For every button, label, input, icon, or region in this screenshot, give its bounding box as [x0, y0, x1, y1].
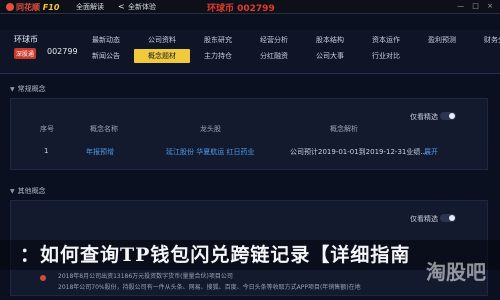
nav-tabs: 最新动态 公司资料 股东研究 经营分析 股本结构 资本运作 盈利预测 财务分析 … [78, 33, 500, 63]
toggle-label: 仅看精选 [410, 113, 438, 121]
tab-main-holdings[interactable]: 主力持仓 [190, 49, 246, 63]
section-title: 其他概念 [17, 187, 46, 195]
col-name: 概念名称 [90, 125, 118, 133]
tab-latest[interactable]: 最新动态 [78, 33, 134, 47]
watermark: 淘股吧 [426, 260, 486, 284]
tab-capital-structure[interactable]: 股本结构 [302, 33, 358, 47]
section-regular-header[interactable]: ▼ 常规概念 [10, 84, 488, 96]
caret-down-icon: ▼ [10, 86, 15, 93]
row-leaders[interactable]: 延江股份 华夏航运 红日药业 [166, 147, 254, 157]
col-leaders: 龙头股 [200, 125, 221, 133]
title-bar: 同花顺 F10 全面解读 < 全新体验 环球币 002799 — □ × [0, 0, 500, 14]
row-num: 1 [44, 147, 49, 155]
tab-dividends[interactable]: 分红融资 [246, 49, 302, 63]
menu-all[interactable]: 全面解读 [76, 2, 104, 12]
menu-full[interactable]: 全新体验 [128, 2, 156, 12]
stock-badge: 深股通 [14, 48, 37, 59]
overlay-title: ：如何查询TP钱包闪兑跨链记录【详细指南 [20, 244, 411, 266]
tab-concepts[interactable]: 概念题材 [134, 49, 190, 63]
featured-toggle[interactable]: 仅看精选 [410, 214, 456, 224]
stock-title: 环球币 002799 [207, 4, 275, 14]
stock-name: 环球币 [14, 35, 38, 44]
section-regular-body [10, 98, 488, 170]
tab-shareholders[interactable]: 股东研究 [190, 33, 246, 47]
toggle-switch[interactable] [440, 214, 456, 222]
app-logo[interactable]: 同花顺 F10 [6, 2, 59, 13]
row-concept-name[interactable]: 年报预增 [86, 147, 114, 157]
tab-finance[interactable]: 财务分析 [470, 33, 500, 47]
back-icon[interactable]: < [118, 2, 125, 11]
logo-f10: F10 [42, 3, 60, 12]
window-controls[interactable]: — □ × [457, 2, 496, 10]
concept-detail-line1: 2018年8月公司出资13186万元投资数字货币(量量合伙)项目公司 [58, 273, 233, 280]
section-title: 常规概念 [17, 85, 46, 93]
concept-detail-line2: 2018年公司70%股份，持股公司有一件从头条、网易、搜狐、百度、今日头条等收取… [58, 284, 361, 291]
col-desc: 概念解析 [330, 125, 358, 133]
col-num: 序号 [40, 125, 54, 133]
flower-logo-icon [6, 3, 14, 11]
tab-events[interactable]: 公司大事 [302, 49, 358, 63]
stock-code: 002799 [47, 47, 78, 56]
toggle-label: 仅看精选 [410, 215, 438, 223]
row-desc: 公司预计2019-01-01到2019-12-31业绩... [290, 148, 428, 156]
section-other-header[interactable]: ▼ 其他概念 [10, 186, 488, 198]
toggle-switch[interactable] [440, 112, 456, 120]
featured-toggle[interactable]: 仅看精选 [410, 112, 456, 122]
tab-company[interactable]: 公司资料 [134, 33, 190, 47]
tab-capital-ops[interactable]: 资本运作 [358, 33, 414, 47]
tab-forecast[interactable]: 盈利预测 [414, 33, 470, 47]
tab-news[interactable]: 新闻公告 [78, 49, 134, 63]
status-dot-icon [40, 275, 46, 281]
logo-text: 同花顺 [16, 3, 40, 12]
tab-operations[interactable]: 经营分析 [246, 33, 302, 47]
expand-link[interactable]: 展开 [424, 147, 438, 157]
caret-down-icon: ▼ [10, 188, 15, 195]
tab-industry[interactable]: 行业对比 [358, 49, 414, 63]
